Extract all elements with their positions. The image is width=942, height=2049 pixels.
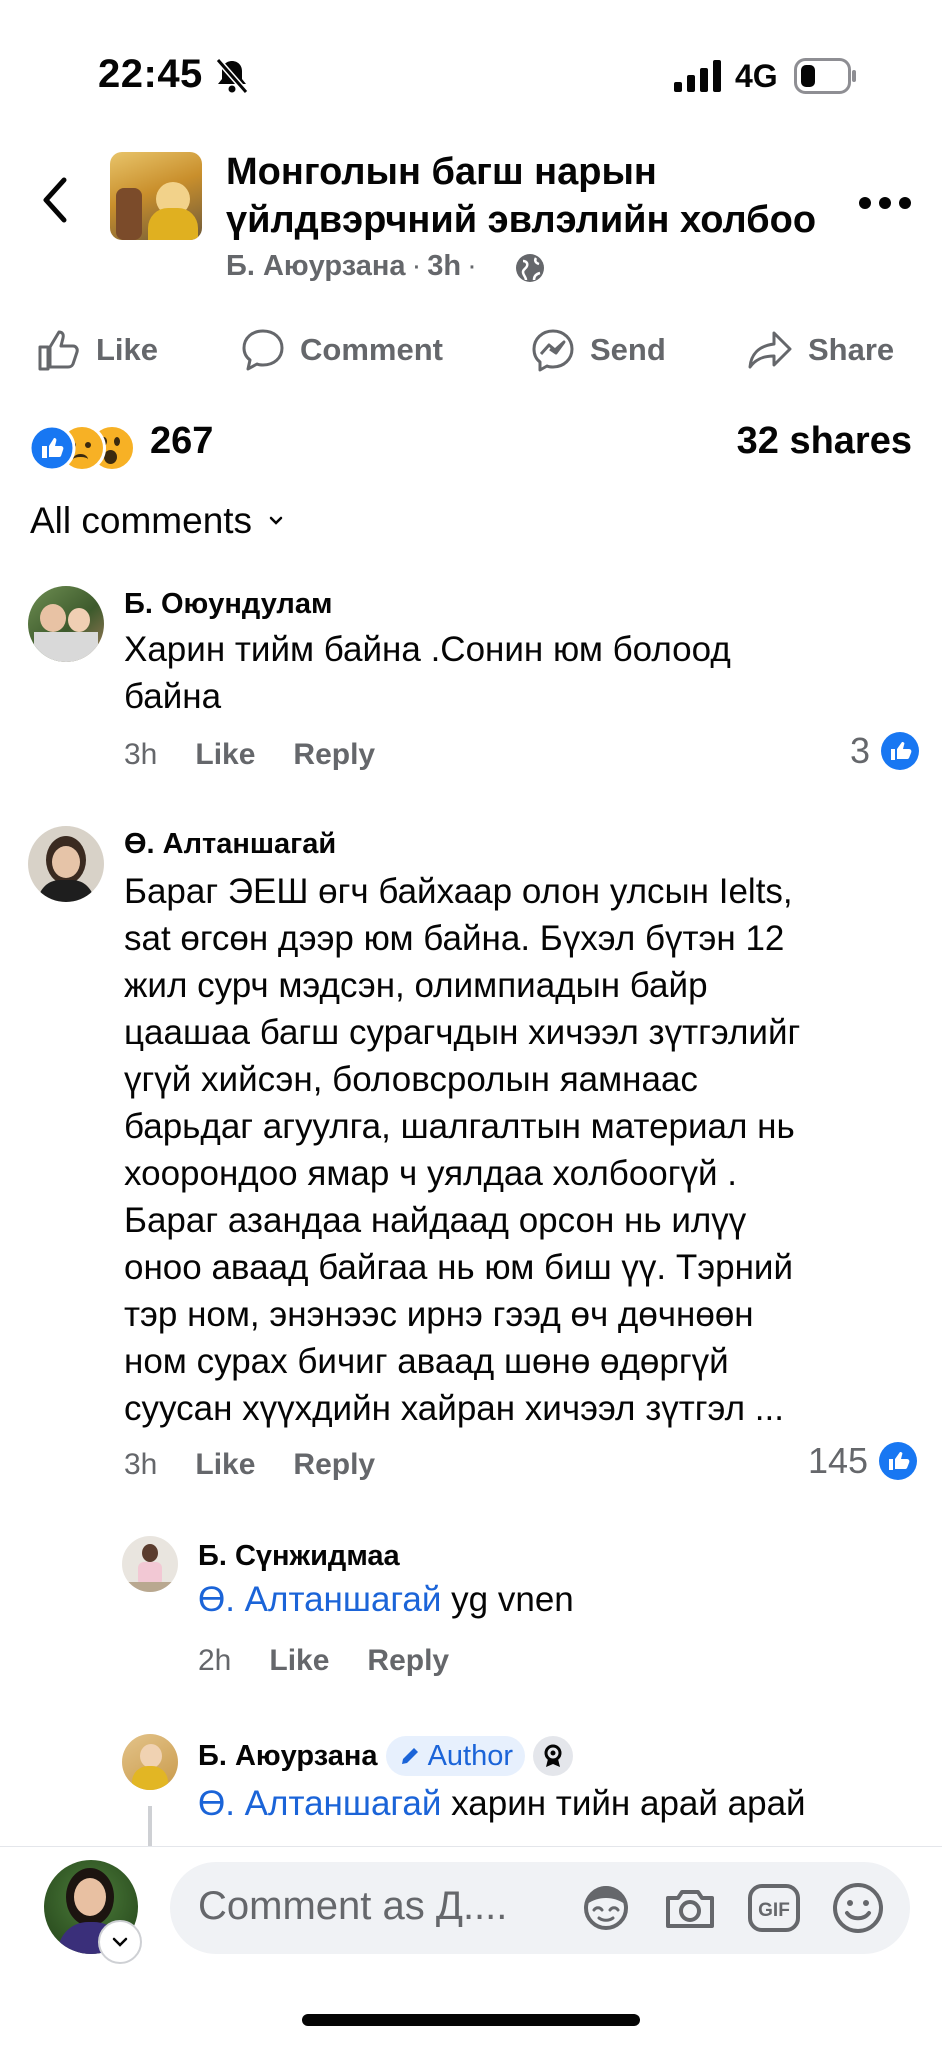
share-count[interactable]: 32 shares xyxy=(737,420,912,463)
reply-reply-button[interactable]: Reply xyxy=(367,1644,449,1678)
signal-icon xyxy=(674,60,721,92)
profile-switcher-button[interactable] xyxy=(98,1920,142,1964)
bell-muted-icon xyxy=(215,58,249,94)
reaction-count[interactable]: 267 xyxy=(150,420,213,463)
comment-like-button[interactable]: Like xyxy=(195,1448,255,1482)
share-icon xyxy=(748,331,792,369)
avatar-sticker-icon[interactable] xyxy=(578,1882,634,1934)
status-time: 22:45 xyxy=(98,52,203,96)
post-author[interactable]: Б. Аюурзана xyxy=(226,250,406,282)
reaction-icons[interactable] xyxy=(28,424,148,472)
gif-icon[interactable]: GIF xyxy=(746,1882,802,1934)
like-reaction-icon xyxy=(879,1442,918,1480)
comment-text: Харин тийм байна .Сонин юм болоод байна xyxy=(124,630,731,716)
author-badge: Author xyxy=(385,1736,526,1776)
comment-button[interactable]: Comment xyxy=(240,320,443,380)
avatar[interactable] xyxy=(28,586,104,662)
like-button[interactable]: Like xyxy=(36,320,158,380)
comment-filter[interactable]: All comments xyxy=(30,500,284,542)
post-time[interactable]: 3h xyxy=(427,250,461,282)
comment-placeholder: Comment as Д.... xyxy=(198,1884,508,1928)
battery-icon xyxy=(794,58,856,94)
comment-time[interactable]: 3h xyxy=(124,738,157,772)
group-avatar[interactable] xyxy=(110,152,202,240)
send-button[interactable]: Send xyxy=(530,320,666,380)
comment-reply-button[interactable]: Reply xyxy=(293,738,375,772)
avatar[interactable] xyxy=(28,826,104,902)
commenter-name[interactable]: Ө. Алтаншагай xyxy=(124,828,336,861)
post-meta: Б. Аюурзана · 3h · xyxy=(226,250,477,282)
like-label: Like xyxy=(96,332,159,367)
comment-label: Comment xyxy=(300,332,443,367)
comment-reply-button[interactable]: Reply xyxy=(293,1448,375,1482)
comment-text: Бараг ЭЕШ өгч байхаар олон улсын Ielts, … xyxy=(124,872,801,1428)
avatar[interactable] xyxy=(122,1734,178,1790)
reply-text: Ө. Алтаншагай yg vnen xyxy=(198,1580,574,1619)
more-options-icon[interactable] xyxy=(858,196,912,210)
comment-time[interactable]: 3h xyxy=(124,1448,157,1482)
mention-link[interactable]: Ө. Алтаншагай xyxy=(198,1784,441,1823)
reply-time[interactable]: 2h xyxy=(198,1644,231,1678)
back-icon[interactable] xyxy=(38,174,72,226)
chevron-down-icon xyxy=(269,516,283,525)
home-indicator[interactable] xyxy=(302,2014,640,2026)
commenter-name[interactable]: Б. Аюурзана xyxy=(198,1740,378,1773)
comment-like-count[interactable]: 3 xyxy=(850,730,920,772)
chevron-down-icon xyxy=(112,1937,128,1947)
emoji-icon[interactable] xyxy=(830,1880,886,1936)
reply-author-row: Б. Аюурзана Author xyxy=(198,1736,574,1776)
reply-text: Ө. Алтаншагай харин тийн арай арай xyxy=(198,1784,806,1823)
mention-link[interactable]: Ө. Алтаншагай xyxy=(198,1580,441,1619)
commenter-name[interactable]: Б. Сүнжидмаа xyxy=(198,1540,400,1573)
comment-filter-label: All comments xyxy=(30,500,253,541)
comment-like-count[interactable]: 145 xyxy=(808,1440,918,1482)
commenter-name[interactable]: Б. Оюундулам xyxy=(124,588,332,621)
send-label: Send xyxy=(590,332,666,367)
comment-icon xyxy=(242,329,284,371)
camera-icon[interactable] xyxy=(662,1886,718,1932)
like-reaction-icon xyxy=(28,424,76,472)
group-title[interactable]: Монголын багш нарын үйлдвэрчний эвлэлийн… xyxy=(226,148,866,244)
like-reaction-icon xyxy=(881,732,920,770)
svg-text:GIF: GIF xyxy=(758,1900,790,1921)
globe-icon xyxy=(516,254,544,282)
share-label: Share xyxy=(808,332,895,367)
thumbs-up-icon xyxy=(38,330,79,371)
messenger-icon xyxy=(532,329,574,372)
comment-meta: 3h Like Reply xyxy=(124,1448,375,1482)
comment-meta: 3h Like Reply xyxy=(124,738,375,772)
network-type: 4G xyxy=(735,58,778,94)
top-contributor-badge-icon xyxy=(533,1736,574,1776)
thread-line xyxy=(148,1806,152,1846)
avatar[interactable] xyxy=(122,1536,178,1592)
reply-like-button[interactable]: Like xyxy=(269,1644,329,1678)
reply-meta: 2h Like Reply xyxy=(198,1644,449,1678)
pencil-icon xyxy=(401,1748,418,1764)
comment-like-button[interactable]: Like xyxy=(195,738,255,772)
share-button[interactable]: Share xyxy=(746,320,894,380)
